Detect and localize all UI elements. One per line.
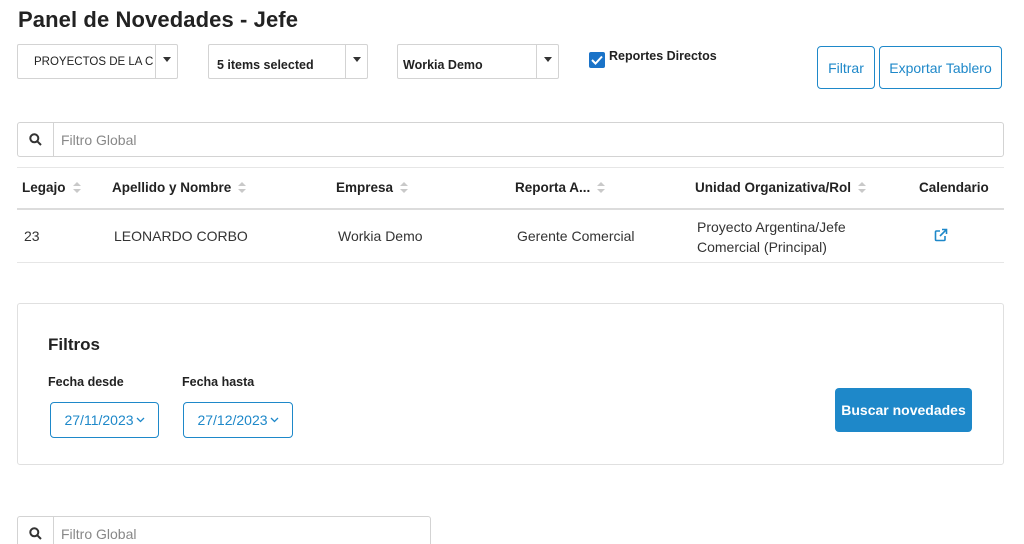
reportes-directos-toggle[interactable]: Reportes Directos xyxy=(589,49,717,68)
column-header-legajo[interactable]: Legajo xyxy=(22,180,81,195)
column-header-label: Reporta A... xyxy=(515,180,591,195)
project-select-value: PROYECTOS DE LA C xyxy=(34,55,154,68)
column-header-nombre[interactable]: Apellido y Nombre xyxy=(112,180,247,195)
sort-icon xyxy=(72,181,81,194)
column-header-label: Empresa xyxy=(336,180,394,195)
column-header-unidad[interactable]: Unidad Organizativa/Rol xyxy=(695,180,867,195)
cell-legajo: 23 xyxy=(24,228,40,244)
search-icon xyxy=(18,517,54,544)
page-title: Panel de Novedades - Jefe xyxy=(18,7,299,32)
column-header-label: Legajo xyxy=(22,180,66,195)
company-select-value: Workia Demo xyxy=(403,57,483,72)
checkmark-icon xyxy=(591,55,603,65)
fecha-hasta-label: Fecha hasta xyxy=(182,375,255,389)
column-header-empresa[interactable]: Empresa xyxy=(336,180,409,195)
company-select[interactable]: Workia Demo xyxy=(397,44,559,79)
filtrar-button[interactable]: Filtrar xyxy=(817,46,875,89)
search-icon xyxy=(18,123,54,156)
chevron-down-icon xyxy=(155,45,177,78)
table-top-divider xyxy=(17,167,1004,168)
project-select[interactable]: PROYECTOS DE LA C xyxy=(17,44,178,79)
fecha-desde-input[interactable]: 27/11/2023 xyxy=(50,402,159,438)
cell-empresa: Workia Demo xyxy=(338,228,423,244)
filters-card: Filtros Fecha desde 27/11/2023 Fecha has… xyxy=(17,303,1004,465)
exportar-tablero-button[interactable]: Exportar Tablero xyxy=(879,46,1002,89)
reportes-directos-checkbox[interactable] xyxy=(589,52,605,68)
chevron-down-icon xyxy=(536,45,558,78)
table-row: 23 LEONARDO CORBO Workia Demo Gerente Co… xyxy=(17,210,1004,262)
sort-icon xyxy=(238,181,247,194)
filters-title: Filtros xyxy=(48,335,100,354)
global-filter-search-2[interactable]: Filtro Global xyxy=(17,516,431,544)
chevron-down-icon xyxy=(136,417,144,423)
buscar-novedades-button[interactable]: Buscar novedades xyxy=(835,388,972,432)
items-multiselect[interactable]: 5 items selected xyxy=(208,44,368,79)
cell-reporta: Gerente Comercial xyxy=(517,228,635,244)
cell-nombre: LEONARDO CORBO xyxy=(114,228,248,244)
fecha-hasta-value: 27/12/2023 xyxy=(197,412,268,428)
items-multiselect-value: 5 items selected xyxy=(217,57,314,72)
external-link-icon[interactable] xyxy=(934,228,948,247)
fecha-desde-value: 27/11/2023 xyxy=(64,412,134,428)
global-filter-placeholder: Filtro Global xyxy=(61,131,137,148)
global-filter-search[interactable]: Filtro Global xyxy=(17,122,1004,157)
chevron-down-icon xyxy=(345,45,367,78)
column-header-reporta[interactable]: Reporta A... xyxy=(515,180,606,195)
sort-icon xyxy=(858,181,867,194)
column-header-calendario: Calendario xyxy=(919,180,989,195)
cell-unidad-line2: Comercial (Principal) xyxy=(697,239,827,255)
chevron-down-icon xyxy=(270,417,278,423)
sort-icon xyxy=(400,181,409,194)
cell-unidad: Proyecto Argentina/Jefe Comercial (Princ… xyxy=(697,217,846,257)
global-filter-placeholder: Filtro Global xyxy=(61,525,137,542)
fecha-hasta-input[interactable]: 27/12/2023 xyxy=(183,402,293,438)
column-header-label: Apellido y Nombre xyxy=(112,180,232,195)
reportes-directos-label: Reportes Directos xyxy=(609,49,717,63)
sort-icon xyxy=(597,181,606,194)
column-header-label: Calendario xyxy=(919,180,989,195)
fecha-desde-label: Fecha desde xyxy=(48,375,124,389)
column-header-label: Unidad Organizativa/Rol xyxy=(695,180,852,195)
cell-unidad-line1: Proyecto Argentina/Jefe xyxy=(697,219,846,235)
table-row-divider xyxy=(17,262,1004,263)
